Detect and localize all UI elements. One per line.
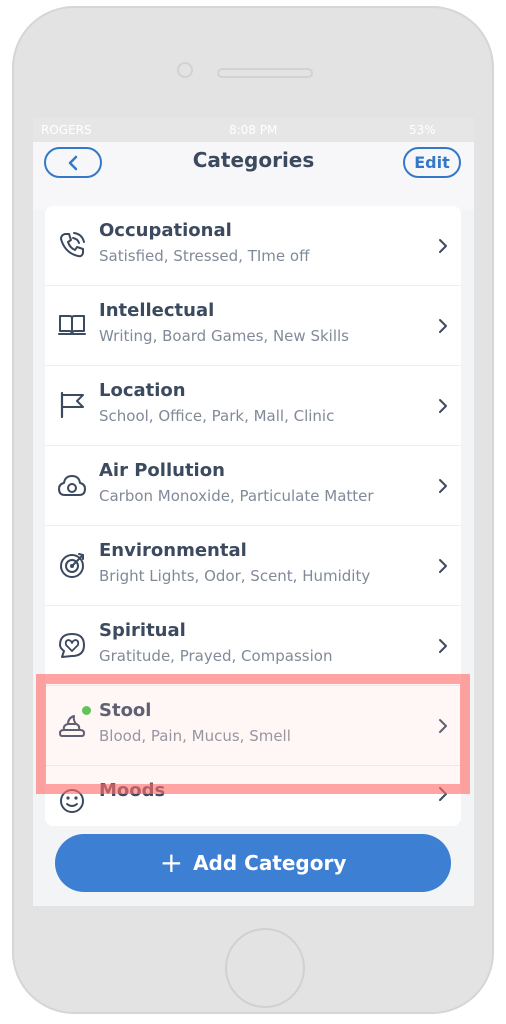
status-time: 8:08 PM: [229, 123, 278, 137]
chevron-right-icon: [439, 559, 447, 573]
category-title: Air Pollution: [99, 460, 225, 481]
category-subtitle: Writing, Board Games, New Skills: [99, 327, 349, 345]
book-icon: [58, 315, 86, 335]
flag-icon: [60, 391, 84, 419]
home-button[interactable]: [225, 928, 305, 1008]
category-row-environmental[interactable]: Environmental Bright Lights, Odor, Scent…: [45, 526, 461, 606]
category-row-location[interactable]: Location School, Office, Park, Mall, Cli…: [45, 366, 461, 446]
front-camera: [177, 62, 193, 78]
battery-label: 53%: [409, 123, 436, 137]
category-title: Intellectual: [99, 300, 215, 321]
category-subtitle: School, Office, Park, Mall, Clinic: [99, 407, 335, 425]
earpiece-speaker: [217, 68, 313, 78]
phone-icon: [60, 232, 85, 258]
category-subtitle: Carbon Monoxide, Particulate Matter: [99, 487, 374, 505]
add-category-button[interactable]: + Add Category: [55, 834, 451, 892]
add-category-label: Add Category: [193, 851, 347, 875]
category-row-occupational[interactable]: Occupational Satisfied, Stressed, TIme o…: [45, 206, 461, 286]
chevron-right-icon: [439, 479, 447, 493]
chevron-right-icon: [439, 319, 447, 333]
status-bar: ROGERS 8:08 PM 53%: [33, 118, 474, 142]
cloud-icon: [58, 475, 86, 496]
chevron-right-icon: [439, 399, 447, 413]
category-subtitle: Satisfied, Stressed, TIme off: [99, 247, 310, 265]
edit-button[interactable]: Edit: [403, 147, 461, 178]
carrier-label: ROGERS: [41, 123, 92, 137]
category-row-air-pollution[interactable]: Air Pollution Carbon Monoxide, Particula…: [45, 446, 461, 526]
category-title: Environmental: [99, 540, 247, 561]
nav-bar: Categories Edit: [33, 142, 474, 210]
chevron-right-icon: [439, 639, 447, 653]
chevron-right-icon: [439, 239, 447, 253]
category-title: Occupational: [99, 220, 232, 241]
plus-icon: +: [159, 846, 184, 879]
category-row-intellectual[interactable]: Intellectual Writing, Board Games, New S…: [45, 286, 461, 366]
category-title: Spiritual: [99, 620, 186, 641]
target-icon: [60, 553, 84, 578]
category-subtitle: Gratitude, Prayed, Compassion: [99, 647, 333, 665]
category-subtitle: Bright Lights, Odor, Scent, Humidity: [99, 567, 371, 585]
highlight-annotation: [36, 674, 470, 794]
heart-bubble-icon: [59, 633, 85, 658]
category-title: Location: [99, 380, 186, 401]
